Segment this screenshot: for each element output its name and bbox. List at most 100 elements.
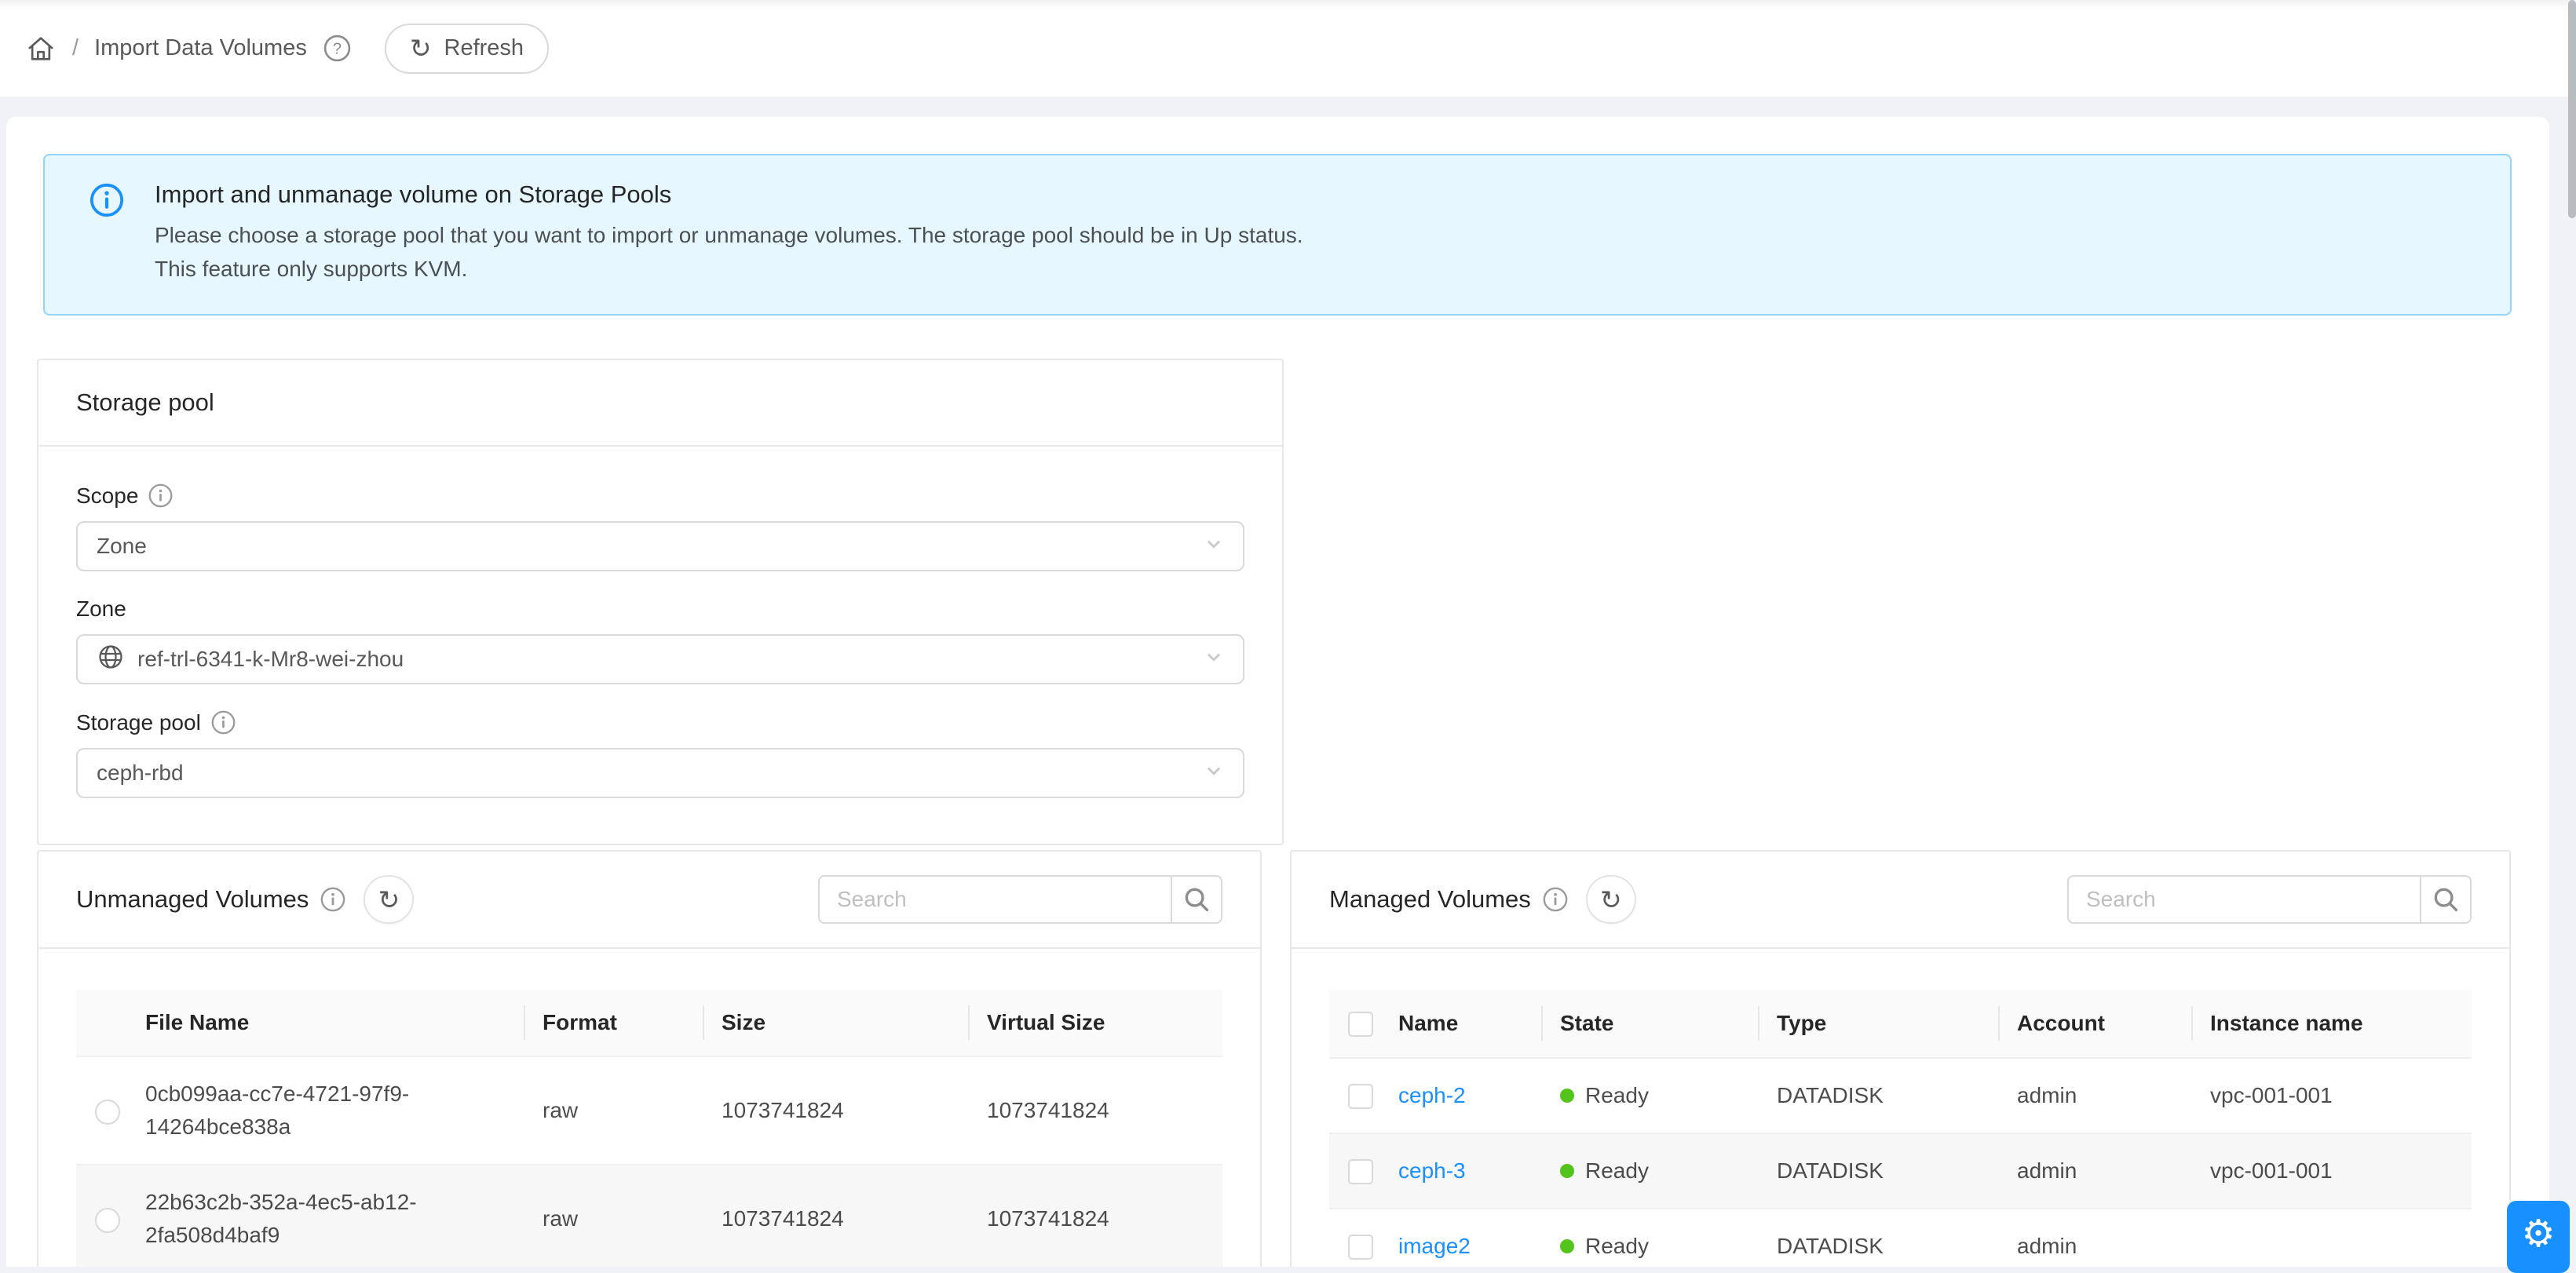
managed-volumes-title: Managed Volumes [1329, 885, 1531, 914]
refresh-button[interactable]: ↻ Refresh [385, 24, 549, 74]
cell-type: DATADISK [1758, 1058, 1998, 1133]
status-dot [1560, 1164, 1574, 1178]
cell-virtual-size: 1073741824 [968, 1056, 1222, 1165]
question-circle-icon[interactable]: ? [323, 34, 352, 63]
table-row: 22b63c2b-352a-4ec5-ab12-2fa508d4baf9 raw… [76, 1165, 1222, 1267]
table-row: ceph-3 Ready DATADISK admin vpc-001-001 [1329, 1133, 2472, 1209]
alert-text: Import and unmanage volume on Storage Po… [155, 181, 1303, 286]
info-circle-icon[interactable] [148, 483, 174, 509]
zone-label: Zone [76, 596, 126, 622]
info-alert: Import and unmanage volume on Storage Po… [43, 154, 2512, 316]
svg-text:?: ? [333, 41, 342, 58]
column-header-account: Account [1998, 990, 2191, 1058]
reload-icon: ↻ [378, 887, 400, 913]
column-header-type: Type [1758, 990, 1998, 1058]
volume-name-link[interactable]: image2 [1398, 1234, 1471, 1258]
managed-volumes-header: Managed Volumes ↻ [1292, 852, 2509, 949]
scrollbar-track[interactable] [2568, 0, 2576, 1267]
cell-account: admin [1998, 1209, 2191, 1267]
column-header-virtual-size: Virtual Size [968, 990, 1222, 1056]
zone-select-value: ref-trl-6341-k-Mr8-wei-zhou [137, 647, 404, 672]
column-header-name: Name [1379, 990, 1541, 1058]
import-data-volumes-page: / Import Data Volumes ? ↻ Refresh [0, 0, 2576, 1267]
breadcrumb-bar: / Import Data Volumes ? ↻ Refresh [0, 0, 2576, 97]
storage-pool-card-title: Storage pool [38, 360, 1282, 447]
search-button[interactable] [2420, 875, 2472, 924]
zone-label-row: Zone [76, 596, 1244, 622]
radio-button[interactable] [95, 1208, 120, 1233]
alert-description: Please choose a storage pool that you wa… [155, 218, 1303, 286]
chevron-down-icon [1200, 531, 1227, 563]
cell-type: DATADISK [1758, 1133, 1998, 1209]
scope-label: Scope [76, 483, 138, 509]
content-area: Import and unmanage volume on Storage Po… [0, 97, 2576, 1267]
cell-format: raw [524, 1056, 703, 1165]
cell-virtual-size: 1073741824 [968, 1165, 1222, 1267]
globe-icon [97, 643, 125, 677]
info-circle-icon[interactable] [320, 886, 346, 913]
scope-select-value: Zone [97, 534, 147, 559]
unmanaged-table-wrapper: File Name Format Size Virtual Size 0cb09… [38, 949, 1260, 1267]
content-panel: Import and unmanage volume on Storage Po… [6, 117, 2549, 1267]
search-button[interactable] [1171, 875, 1222, 924]
cell-state: Ready [1585, 1079, 1649, 1112]
cell-size: 1073741824 [703, 1056, 968, 1165]
table-header-row: File Name Format Size Virtual Size [76, 990, 1222, 1056]
managed-volumes-table: Name State Type Account Instance name [1329, 990, 2472, 1267]
cell-instance-name [2191, 1209, 2472, 1267]
radio-button[interactable] [95, 1100, 120, 1125]
reload-icon: ↻ [410, 35, 432, 61]
breadcrumb-separator: / [72, 35, 79, 61]
alert-line-2: This feature only supports KVM. [155, 252, 1303, 286]
row-checkbox[interactable] [1348, 1235, 1373, 1260]
scope-select[interactable]: Zone [76, 521, 1244, 571]
unmanaged-volumes-title: Unmanaged Volumes [76, 885, 309, 914]
info-circle-icon[interactable] [1542, 886, 1569, 913]
table-row: 0cb099aa-cc7e-4721-97f9-14264bce838a raw… [76, 1056, 1222, 1165]
home-icon[interactable] [25, 33, 57, 64]
radio-column-header [76, 990, 126, 1056]
column-header-state: State [1541, 990, 1758, 1058]
column-header-file-name: File Name [126, 990, 524, 1056]
unmanaged-search [818, 875, 1222, 924]
column-header-size: Size [703, 990, 968, 1056]
pool-select[interactable]: ceph-rbd [76, 748, 1244, 798]
unmanaged-volumes-table: File Name Format Size Virtual Size 0cb09… [76, 990, 1222, 1267]
row-checkbox[interactable] [1348, 1084, 1373, 1109]
unmanaged-refresh-button[interactable]: ↻ [364, 875, 414, 924]
breadcrumb-current: Import Data Volumes [94, 35, 307, 61]
zone-select[interactable]: ref-trl-6341-k-Mr8-wei-zhou [76, 634, 1244, 684]
info-circle-icon [89, 182, 125, 286]
search-input[interactable] [2067, 875, 2420, 924]
select-all-checkbox[interactable] [1348, 1012, 1373, 1037]
cell-type: DATADISK [1758, 1209, 1998, 1267]
managed-table-wrapper: Name State Type Account Instance name [1292, 949, 2509, 1267]
info-circle-icon[interactable] [210, 709, 236, 735]
cell-state: Ready [1585, 1230, 1649, 1263]
column-header-format: Format [524, 990, 703, 1056]
managed-search [2067, 875, 2472, 924]
unmanaged-volumes-title-row: Unmanaged Volumes [76, 885, 346, 914]
table-row: image2 Ready DATADISK admin [1329, 1209, 2472, 1267]
cell-instance-name: vpc-001-001 [2191, 1133, 2472, 1209]
row-checkbox[interactable] [1348, 1159, 1373, 1184]
settings-fab-button[interactable]: ⚙ [2507, 1201, 2570, 1273]
column-header-instance-name: Instance name [2191, 990, 2472, 1058]
cell-account: admin [1998, 1133, 2191, 1209]
cell-file-name: 22b63c2b-352a-4ec5-ab12-2fa508d4baf9 [126, 1165, 524, 1267]
scope-label-row: Scope [76, 483, 1244, 509]
scrollbar-thumb[interactable] [2568, 0, 2576, 218]
cell-account: admin [1998, 1058, 2191, 1133]
breadcrumb: / Import Data Volumes ? [25, 33, 352, 64]
volume-name-link[interactable]: ceph-2 [1398, 1083, 1466, 1107]
status-dot [1560, 1239, 1574, 1253]
chevron-down-icon [1200, 644, 1227, 676]
table-row: ceph-2 Ready DATADISK admin vpc-001-001 [1329, 1058, 2472, 1133]
volume-name-link[interactable]: ceph-3 [1398, 1158, 1466, 1183]
search-input[interactable] [818, 875, 1171, 924]
cell-state: Ready [1585, 1154, 1649, 1187]
managed-refresh-button[interactable]: ↻ [1586, 875, 1636, 924]
select-all-header [1329, 990, 1379, 1058]
pool-label-row: Storage pool [76, 709, 1244, 735]
alert-title: Import and unmanage volume on Storage Po… [155, 181, 1303, 209]
